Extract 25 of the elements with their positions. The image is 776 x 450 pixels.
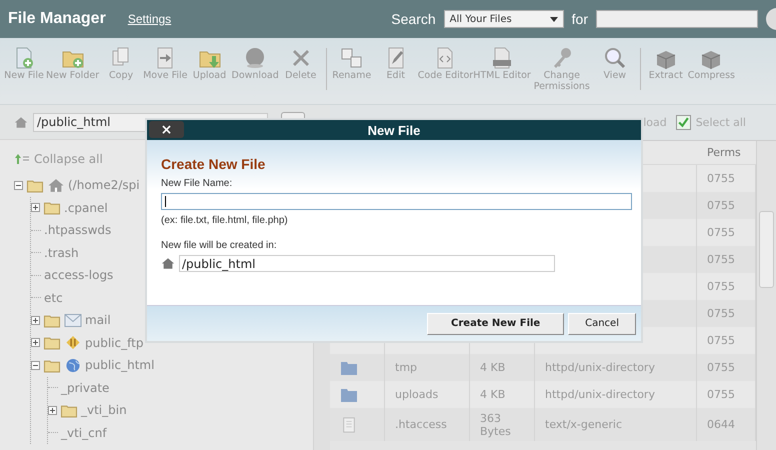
file-perms: 0755 <box>707 226 735 239</box>
hint-text: (ex: file.txt, file.html, file.php) <box>161 215 289 226</box>
field-label: New File Name: <box>161 178 234 189</box>
file-perms: 0755 <box>707 172 735 185</box>
file-perms: 0755 <box>707 388 735 401</box>
file-type: text/x-generic <box>545 418 622 431</box>
file-size: 363 Bytes <box>480 412 512 438</box>
file-size: 4 KB <box>480 388 506 401</box>
select-all-label: Select all <box>696 116 746 129</box>
file-size: 4 KB <box>480 361 506 374</box>
file-perms: 0755 <box>707 307 735 320</box>
file-perms: 0755 <box>707 253 735 266</box>
app-title: File Manager <box>8 10 106 28</box>
for-label: for <box>572 11 588 27</box>
file-type: httpd/unix-directory <box>545 388 655 401</box>
file-perms: 0644 <box>707 418 735 431</box>
dialog-heading: Create New File <box>161 156 266 172</box>
file-type: httpd/unix-directory <box>545 361 655 374</box>
dialog-title: New File <box>366 122 422 138</box>
field-label: New file will be created in: <box>161 240 278 251</box>
file-perms: 0755 <box>707 199 735 212</box>
file-perms: 0755 <box>707 361 735 374</box>
search-label: Search <box>391 11 436 27</box>
file-perms: 0755 <box>707 334 735 347</box>
file-perms: 0755 <box>707 280 735 293</box>
